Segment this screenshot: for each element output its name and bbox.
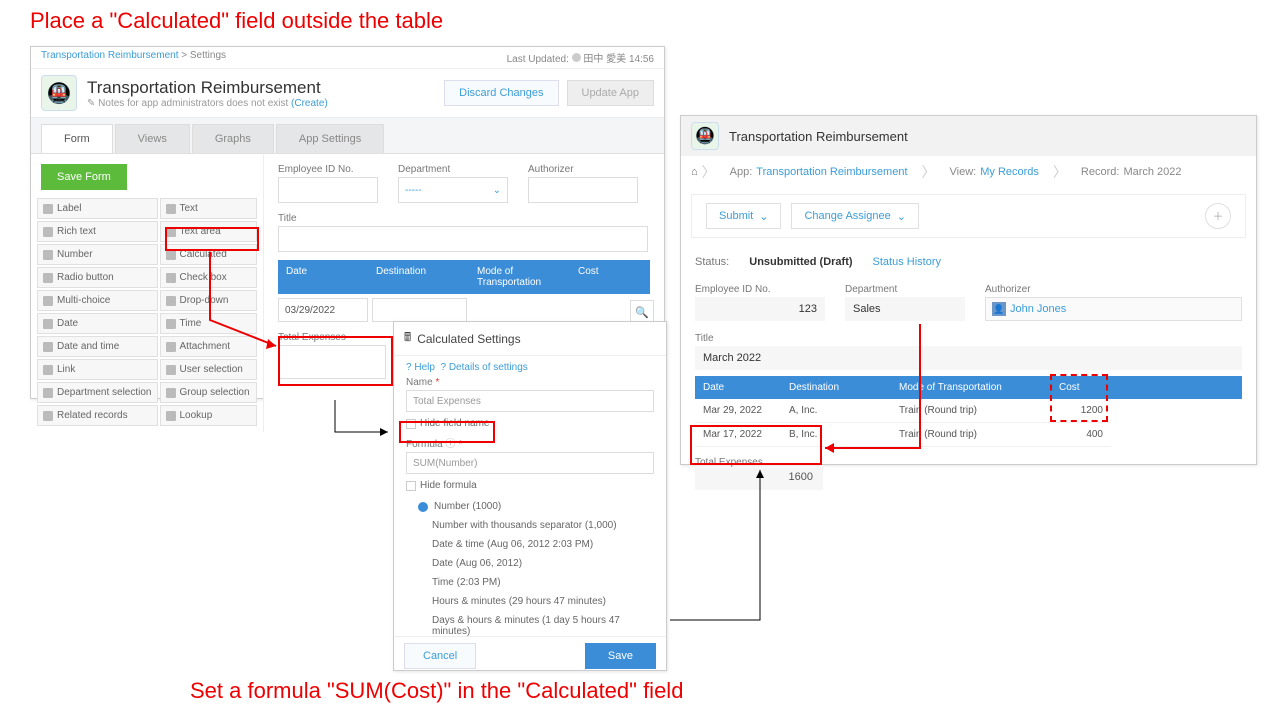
field-date[interactable]: Date bbox=[37, 313, 158, 334]
input-department[interactable]: -----⌄ bbox=[398, 177, 508, 203]
annotation-bottom: Set a formula "SUM(Cost)" in the "Calcul… bbox=[190, 678, 683, 704]
field-text[interactable]: Text bbox=[160, 198, 258, 219]
cell-destination[interactable] bbox=[372, 298, 467, 322]
create-note-link[interactable]: (Create) bbox=[291, 98, 328, 109]
annotation-top: Place a "Calculated" field outside the t… bbox=[30, 8, 443, 34]
emp-id-value: 123 bbox=[695, 297, 825, 321]
field-datetime[interactable]: Date and time bbox=[37, 336, 158, 357]
label-authorizer: Authorizer bbox=[528, 164, 638, 175]
app-title: Transportation Reimbursement bbox=[87, 78, 328, 98]
tab-app-settings[interactable]: App Settings bbox=[276, 124, 384, 153]
dept-value: Sales bbox=[845, 297, 965, 321]
record-view-panel: 🚇Transportation Reimbursement ⌂ 〉 App: T… bbox=[680, 115, 1257, 465]
status-history-link[interactable]: Status History bbox=[873, 256, 941, 268]
crumb-view[interactable]: My Records bbox=[980, 166, 1039, 178]
radio-time[interactable]: Time (2:03 PM) bbox=[406, 573, 654, 592]
th-mode: Mode of Transportation bbox=[469, 260, 570, 294]
formula-input[interactable] bbox=[406, 452, 654, 474]
discard-button[interactable]: Discard Changes bbox=[444, 80, 558, 106]
tab-views[interactable]: Views bbox=[115, 124, 190, 153]
user-icon: 👤 bbox=[992, 302, 1006, 316]
user-name: 田中 愛美 bbox=[583, 54, 626, 65]
chevron-down-icon: ⌄ bbox=[759, 210, 768, 223]
radio-number[interactable]: Number (1000) bbox=[406, 497, 654, 516]
field-user-selection[interactable]: User selection bbox=[160, 359, 258, 380]
radio-dhm[interactable]: Days & hours & minutes (1 day 5 hours 47… bbox=[406, 611, 654, 636]
tab-form[interactable]: Form bbox=[41, 124, 113, 153]
calculator-icon: 🖩 bbox=[404, 328, 411, 349]
breadcrumb-app[interactable]: Transportation Reimbursement bbox=[41, 50, 178, 61]
dialog-title: Calculated Settings bbox=[417, 332, 520, 346]
cancel-button[interactable]: Cancel bbox=[404, 643, 476, 669]
field-checkbox[interactable]: Check box bbox=[160, 267, 258, 288]
label-department: Department bbox=[398, 164, 508, 175]
field-label[interactable]: Label bbox=[37, 198, 158, 219]
field-text-area[interactable]: Text area bbox=[160, 221, 258, 242]
hide-formula-check[interactable]: Hide formula bbox=[406, 480, 654, 491]
total-expenses-field[interactable] bbox=[278, 345, 386, 379]
chevron-down-icon: ⌄ bbox=[493, 185, 501, 196]
th-cost: Cost bbox=[570, 260, 650, 294]
field-rich-text[interactable]: Rich text bbox=[37, 221, 158, 242]
status-value: Unsubmitted (Draft) bbox=[749, 256, 852, 268]
field-related-records[interactable]: Related records bbox=[37, 405, 158, 426]
field-dropdown[interactable]: Drop-down bbox=[160, 290, 258, 311]
table-row: Mar 29, 2022A, Inc.Train (Round trip)120… bbox=[695, 399, 1242, 423]
label-title: Title bbox=[278, 213, 648, 224]
change-assignee-button[interactable]: Change Assignee⌄ bbox=[791, 203, 918, 229]
table-row: Mar 17, 2022B, Inc.Train (Round trip)400 bbox=[695, 423, 1242, 447]
crumb-app[interactable]: Transportation Reimbursement bbox=[756, 166, 907, 178]
field-multichoice[interactable]: Multi-choice bbox=[37, 290, 158, 311]
input-authorizer[interactable] bbox=[528, 177, 638, 203]
save-form-button[interactable]: Save Form bbox=[41, 164, 127, 190]
field-time[interactable]: Time bbox=[160, 313, 258, 334]
field-calculated[interactable]: Calculated bbox=[160, 244, 258, 265]
input-emp-id[interactable] bbox=[278, 177, 378, 203]
details-link[interactable]: ? Details of settings bbox=[440, 362, 527, 373]
field-lookup[interactable]: Lookup bbox=[160, 405, 258, 426]
last-updated-label: Last Updated: bbox=[507, 54, 569, 65]
radio-date[interactable]: Date (Aug 06, 2012) bbox=[406, 554, 654, 573]
timestamp: 14:56 bbox=[629, 54, 654, 65]
breadcrumb-settings: Settings bbox=[190, 50, 226, 61]
field-link[interactable]: Link bbox=[37, 359, 158, 380]
app-icon: 🚇 bbox=[41, 75, 77, 111]
update-app-button[interactable]: Update App bbox=[567, 80, 655, 106]
input-title[interactable] bbox=[278, 226, 648, 252]
field-group-selection[interactable]: Group selection bbox=[160, 382, 258, 403]
radio-thousands[interactable]: Number with thousands separator (1,000) bbox=[406, 516, 654, 535]
help-link[interactable]: ? Help bbox=[406, 362, 435, 373]
field-radio[interactable]: Radio button bbox=[37, 267, 158, 288]
crumb-record: March 2022 bbox=[1123, 166, 1181, 178]
tab-graphs[interactable]: Graphs bbox=[192, 124, 274, 153]
hide-field-name-check[interactable]: Hide field name bbox=[406, 418, 654, 429]
total-value: 1600 bbox=[695, 468, 823, 490]
title-value: March 2022 bbox=[695, 346, 1242, 370]
name-input[interactable] bbox=[406, 390, 654, 412]
save-button[interactable]: Save bbox=[585, 643, 656, 669]
field-department-selection[interactable]: Department selection bbox=[37, 382, 158, 403]
radio-hm[interactable]: Hours & minutes (29 hours 47 minutes) bbox=[406, 592, 654, 611]
cell-date[interactable]: 03/29/2022 bbox=[278, 298, 368, 322]
radio-datetime[interactable]: Date & time (Aug 06, 2012 2:03 PM) bbox=[406, 535, 654, 554]
authorizer-value[interactable]: 👤John Jones bbox=[985, 297, 1242, 321]
th-date: Date bbox=[278, 260, 368, 294]
field-attachment[interactable]: Attachment bbox=[160, 336, 258, 357]
th-destination: Destination bbox=[368, 260, 469, 294]
field-number[interactable]: Number bbox=[37, 244, 158, 265]
home-icon[interactable]: ⌂ bbox=[691, 166, 698, 178]
record-title: Transportation Reimbursement bbox=[729, 129, 908, 144]
app-icon: 🚇 bbox=[691, 122, 719, 150]
calculated-settings-panel: 🖩 Calculated Settings ? Help ? Details of… bbox=[393, 321, 667, 671]
submit-button[interactable]: Submit⌄ bbox=[706, 203, 781, 229]
add-button[interactable]: ＋ bbox=[1205, 203, 1231, 229]
label-emp-id: Employee ID No. bbox=[278, 164, 378, 175]
chevron-down-icon: ⌄ bbox=[897, 210, 906, 223]
